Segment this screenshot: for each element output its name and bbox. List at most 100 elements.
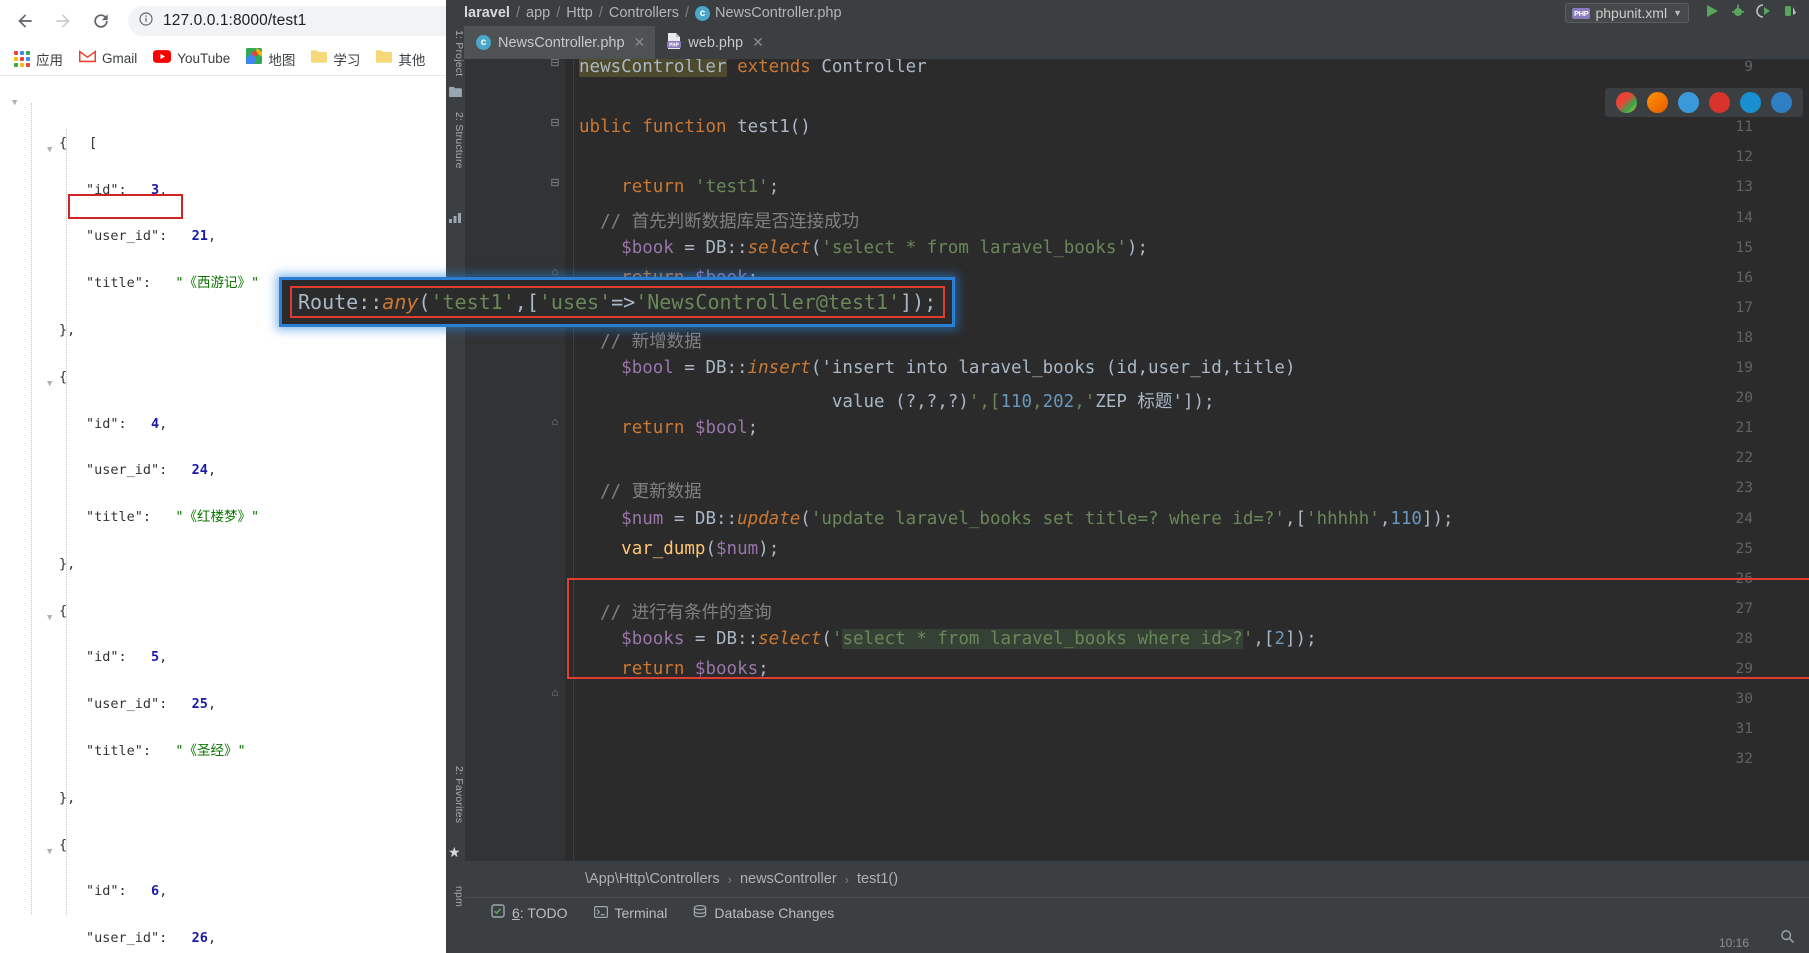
run-toolbar: PHP phpunit.xml ▼ — [1564, 0, 1803, 26]
route-definition-code: Route::any('test1',['uses'=>'NewsControl… — [298, 290, 937, 314]
breadcrumb-separator: / — [598, 5, 603, 21]
breadcrumb-separator: › — [844, 871, 849, 887]
code-line[interactable]: value (?,?,?)',[110,202,'ZEP 标题']); — [579, 388, 1215, 413]
chrome-icon[interactable] — [1616, 92, 1637, 113]
code-line[interactable]: $books = DB::select('select * from larav… — [579, 628, 1317, 649]
terminal-icon — [593, 905, 608, 921]
bookmark-label: 地图 — [268, 52, 296, 68]
bookmark-label: Gmail — [102, 51, 138, 66]
info-circle-icon[interactable] — [138, 11, 154, 32]
reload-button[interactable] — [82, 2, 120, 40]
code-line[interactable]: $book = DB::select('select * from larave… — [579, 238, 1148, 258]
run-coverage-icon[interactable] — [1756, 3, 1772, 24]
bookmark-label: 应用 — [36, 52, 63, 68]
editor-tab-newscontroller[interactable]: c NewsController.php ✕ — [464, 26, 656, 59]
fold-marker-icon[interactable]: ⊟ — [549, 176, 561, 189]
editor-tab-bar: c NewsController.php ✕ PHP web.php ✕ — [464, 26, 1809, 59]
tool-window-npm[interactable]: npm — [446, 886, 465, 907]
bookmark-folder-other[interactable]: 其他 — [368, 46, 433, 72]
forward-button[interactable] — [44, 2, 82, 40]
address-bar-url: 127.0.0.1:8000/test1 — [163, 12, 307, 29]
code-line[interactable]: return $bool; — [579, 418, 758, 438]
tool-window-favorites[interactable]: 2: Favorites — [446, 766, 465, 823]
close-icon[interactable]: ✕ — [634, 34, 646, 51]
screen: 127.0.0.1:8000/test1 应用 Gmail YouTube 地图… — [0, 0, 1809, 953]
debug-icon[interactable] — [1730, 3, 1746, 24]
folder-icon — [376, 49, 393, 68]
breadcrumb-segment[interactable]: NewsController.php — [715, 5, 842, 21]
breadcrumb-segment-method[interactable]: test1() — [857, 871, 898, 887]
breadcrumb-segment[interactable]: Http — [566, 5, 593, 21]
fold-marker-icon[interactable]: ⊟ — [549, 59, 561, 69]
ide-top-breadcrumb-bar: laravel / app / Http / Controllers / c N… — [446, 0, 1809, 26]
code-editor[interactable]: 9101112131415161718192021222324252627282… — [465, 59, 1809, 861]
code-line[interactable]: // 首先判断数据库是否连接成功 — [579, 208, 859, 233]
apps-grid-icon — [14, 50, 30, 67]
code-line[interactable]: return 'test1'; — [579, 177, 779, 197]
code-line[interactable]: newsController extends Controller — [579, 59, 927, 77]
breadcrumb-separator: / — [684, 5, 689, 21]
code-text-area[interactable]: newsController extends Controller ublic f… — [550, 59, 1809, 861]
clock-label: 10:16 — [1718, 936, 1749, 950]
collapse-triangle-icon[interactable]: ▼ — [47, 607, 52, 630]
php-file-icon: PHP — [667, 32, 682, 53]
collapse-triangle-icon[interactable]: ▼ — [12, 92, 17, 115]
bottom-left-strip — [446, 927, 465, 953]
database-icon — [693, 904, 707, 921]
code-line[interactable]: // 进行有条件的查询 — [579, 599, 772, 624]
tool-window-structure[interactable]: 2: Structure — [446, 112, 465, 169]
run-icon[interactable] — [1704, 3, 1720, 24]
edge-icon[interactable] — [1740, 92, 1761, 113]
run-configuration-selector[interactable]: PHP phpunit.xml ▼ — [1564, 3, 1689, 23]
back-button[interactable] — [6, 2, 44, 40]
gmail-icon — [78, 49, 97, 68]
bookmark-folder-study[interactable]: 学习 — [303, 46, 368, 72]
breadcrumb-segment-class[interactable]: newsController — [740, 871, 837, 887]
code-line[interactable]: $num = DB::update('update laravel_books … — [579, 509, 1453, 529]
profile-icon[interactable] — [1782, 3, 1798, 24]
php-class-icon: c — [476, 35, 491, 50]
collapse-triangle-icon[interactable]: ▼ — [47, 373, 52, 396]
route-definition-overlay: Route::any('test1',['uses'=>'NewsControl… — [279, 277, 955, 327]
bookmark-youtube[interactable]: YouTube — [145, 46, 238, 72]
code-line[interactable]: ublic function test1() — [579, 117, 811, 137]
ie-icon[interactable] — [1771, 92, 1792, 113]
status-button-todo[interactable]: 6: TODO — [491, 904, 568, 921]
firefox-icon[interactable] — [1647, 92, 1668, 113]
code-line[interactable]: // 更新数据 — [579, 478, 702, 503]
fold-marker-icon[interactable]: ⌂ — [549, 687, 561, 699]
editor-tab-web[interactable]: PHP web.php ✕ — [655, 26, 774, 59]
chevron-down-icon[interactable]: ▼ — [1673, 8, 1682, 18]
collapse-triangle-icon[interactable]: ▼ — [47, 139, 52, 162]
bookmark-label: 学习 — [333, 52, 361, 68]
maps-icon — [246, 48, 263, 69]
editor-tab-label: web.php — [688, 34, 744, 51]
bookmark-gmail[interactable]: Gmail — [71, 46, 145, 72]
magnifier-icon[interactable] — [1780, 929, 1795, 949]
status-button-terminal[interactable]: Terminal — [593, 905, 667, 921]
status-button-database-changes[interactable]: Database Changes — [693, 904, 834, 921]
breadcrumb-segment[interactable]: laravel — [464, 5, 510, 21]
code-line[interactable]: return $books; — [579, 659, 769, 679]
breadcrumb-segment[interactable]: Controllers — [609, 5, 679, 21]
breadcrumb-segment-namespace[interactable]: \App\Http\Controllers — [585, 871, 720, 887]
opera-icon[interactable] — [1709, 92, 1730, 113]
code-line[interactable]: var_dump($num); — [579, 539, 779, 559]
svg-text:PHP: PHP — [669, 42, 680, 48]
code-line[interactable]: $bool = DB::insert('insert into laravel_… — [579, 358, 1295, 378]
phpstorm-window: laravel / app / Http / Controllers / c N… — [446, 0, 1809, 953]
breadcrumb-segment[interactable]: app — [526, 5, 550, 21]
browser-extension-bar — [1605, 88, 1803, 117]
code-line[interactable]: // 新增数据 — [579, 328, 702, 353]
bookmark-apps[interactable]: 应用 — [6, 46, 71, 72]
youtube-icon — [153, 49, 172, 68]
star-icon: ★ — [448, 844, 461, 860]
close-icon[interactable]: ✕ — [752, 34, 764, 51]
compass-icon[interactable] — [1678, 92, 1699, 113]
tool-window-project[interactable]: 1: Project — [446, 30, 465, 76]
collapse-triangle-icon[interactable]: ▼ — [47, 841, 52, 864]
fold-marker-icon[interactable]: ⌂ — [549, 416, 561, 428]
fold-marker-icon[interactable]: ⊟ — [549, 116, 561, 129]
bookmark-maps[interactable]: 地图 — [238, 46, 303, 72]
todo-icon — [491, 904, 505, 921]
